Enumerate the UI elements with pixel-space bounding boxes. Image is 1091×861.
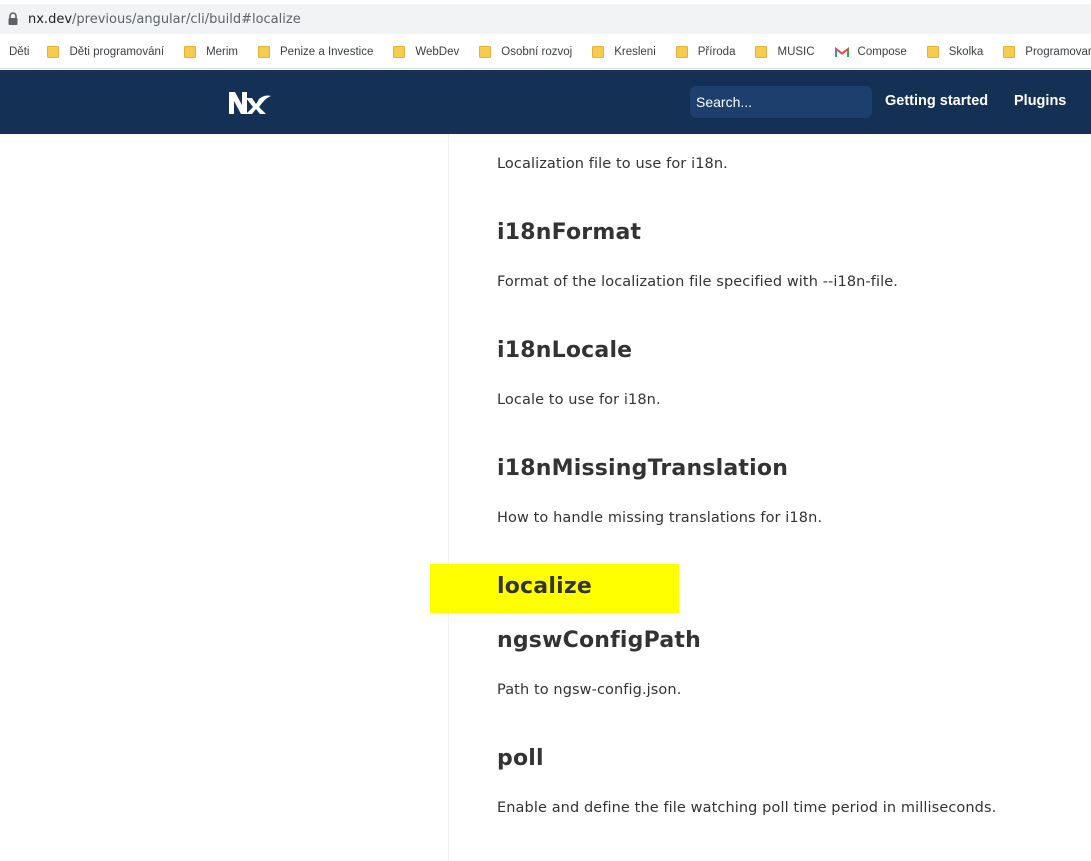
bookmark-deti[interactable]: Děti xyxy=(9,46,29,58)
folder-icon xyxy=(184,46,197,58)
url-text[interactable]: nx.dev/previous/angular/cli/build#locali… xyxy=(28,12,301,27)
folder-icon xyxy=(393,46,406,58)
bookmark-label: Skolka xyxy=(948,46,984,58)
folder-icon xyxy=(592,46,605,58)
bookmark-label: Kresleni xyxy=(614,46,656,58)
option-description: Format of the localization file specifie… xyxy=(497,274,898,290)
bookmark-label: Osobní rozvoj xyxy=(501,46,573,58)
nav-getting-started[interactable]: Getting started xyxy=(885,93,988,109)
nav-plugins[interactable]: Plugins xyxy=(1014,93,1066,109)
option-description: How to handle missing translations for i… xyxy=(497,510,823,526)
bookmark-label: Merim xyxy=(206,46,239,58)
option-description: Localization file to use for i18n. xyxy=(497,156,728,172)
option-description: Path to ngsw-config.json. xyxy=(497,682,682,698)
site-header: Getting started Plugins xyxy=(0,70,1091,134)
folder-icon xyxy=(675,46,688,58)
search-input[interactable] xyxy=(690,86,872,118)
folder-icon xyxy=(479,46,492,58)
option-heading-localize[interactable]: localize xyxy=(497,574,592,599)
bookmark-folder-merim[interactable]: Merim xyxy=(184,46,238,58)
folder-icon xyxy=(755,46,768,58)
docs-content: Localization file to use for i18n. i18nF… xyxy=(0,134,1091,861)
url-host: nx.dev xyxy=(28,11,73,27)
lock-icon[interactable] xyxy=(7,11,19,27)
bookmarks-bar: Děti Děti programování Merim Penize a In… xyxy=(0,36,1091,69)
option-heading-ngswconfigpath[interactable]: ngswConfigPath xyxy=(497,628,701,653)
bookmark-folder-webdev[interactable]: WebDev xyxy=(393,46,459,58)
nx-logo-icon[interactable] xyxy=(228,88,272,116)
bookmark-label: Programovar xyxy=(1025,46,1091,58)
option-heading-poll[interactable]: poll xyxy=(497,746,544,771)
bookmark-label: WebDev xyxy=(415,46,460,58)
folder-icon xyxy=(1003,46,1016,58)
gmail-icon xyxy=(834,46,849,57)
bookmark-compose[interactable]: Compose xyxy=(834,46,907,58)
bookmark-label: MUSIC xyxy=(777,46,815,58)
option-description: Enable and define the file watching poll… xyxy=(497,800,997,816)
bookmark-folder-priroda[interactable]: Příroda xyxy=(675,46,736,58)
bookmark-folder-programovani[interactable]: Programovar xyxy=(1003,46,1091,58)
bookmark-folder-skolka[interactable]: Skolka xyxy=(926,46,984,58)
folder-icon xyxy=(47,46,60,58)
bookmark-folder-deti-programovani[interactable]: Děti programování xyxy=(47,46,164,58)
bookmark-label: Děti programování xyxy=(69,46,165,58)
bookmark-folder-music[interactable]: MUSIC xyxy=(755,46,815,58)
option-description: Locale to use for i18n. xyxy=(497,392,661,408)
bookmark-label: Děti xyxy=(9,46,30,58)
option-heading-i18nlocale[interactable]: i18nLocale xyxy=(497,338,632,363)
url-field[interactable]: nx.dev/previous/angular/cli/build#locali… xyxy=(0,4,1091,34)
sidebar-divider xyxy=(448,134,449,861)
bookmark-folder-osobni-rozvoj[interactable]: Osobní rozvoj xyxy=(479,46,572,58)
folder-icon xyxy=(926,46,939,58)
bookmark-label: Penize a Investice xyxy=(280,46,374,58)
bookmark-folder-penize[interactable]: Penize a Investice xyxy=(258,46,373,58)
url-path: /previous/angular/cli/build#localize xyxy=(72,11,301,27)
browser-address-bar: nx.dev/previous/angular/cli/build#locali… xyxy=(0,0,1091,36)
folder-icon xyxy=(258,46,271,58)
option-heading-i18nformat[interactable]: i18nFormat xyxy=(497,220,641,245)
bookmark-label: Příroda xyxy=(697,46,736,58)
bookmark-folder-kresleni[interactable]: Kresleni xyxy=(592,46,656,58)
option-heading-i18nmissingtranslation[interactable]: i18nMissingTranslation xyxy=(497,456,788,481)
bookmark-label: Compose xyxy=(857,46,907,58)
